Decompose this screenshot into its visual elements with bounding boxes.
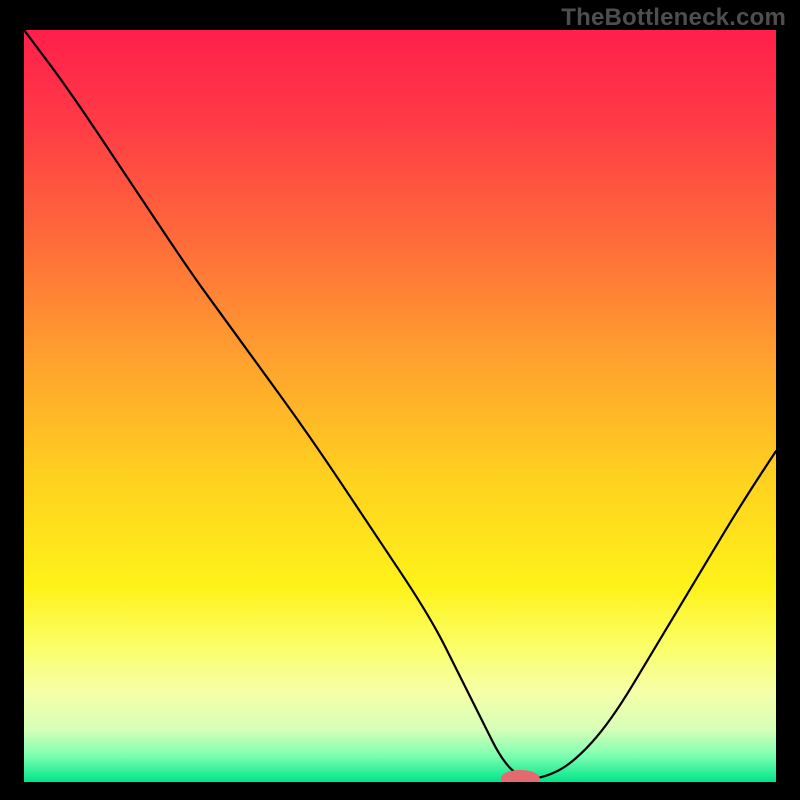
gradient-fill: [24, 30, 776, 782]
chart-canvas: TheBottleneck.com: [0, 0, 800, 800]
plot-area: [22, 28, 778, 784]
plot-svg: [24, 30, 776, 782]
